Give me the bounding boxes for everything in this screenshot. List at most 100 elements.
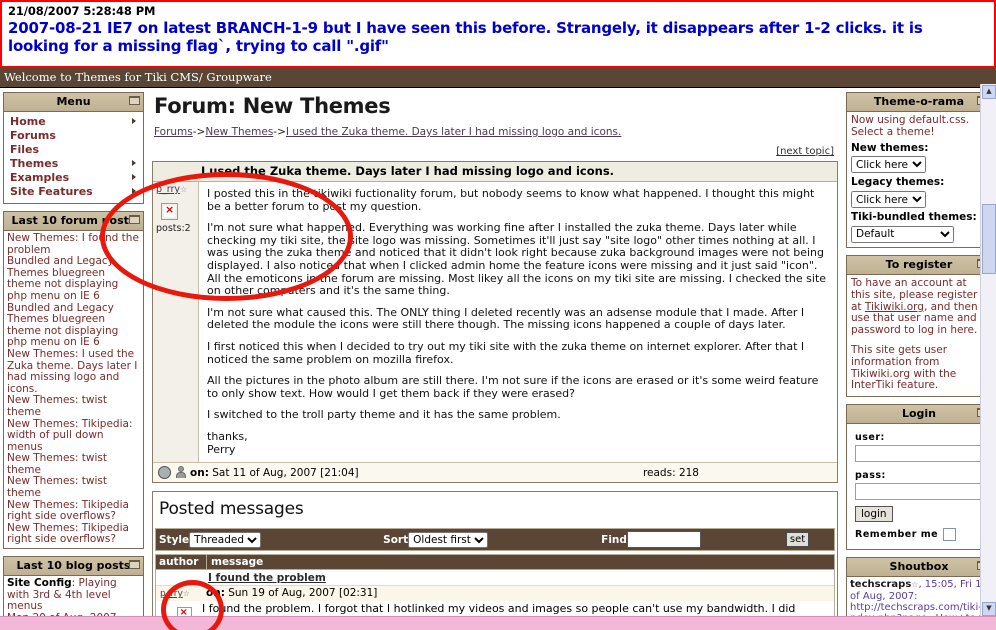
annotation-note: 2007-08-21 IE7 on latest BRANCH-1-9 but … — [8, 19, 988, 55]
breadcrumb-forums[interactable]: Forums — [154, 126, 193, 138]
module-login: Login user: pass: login Remember me — [846, 404, 992, 550]
topic-footer: on: Sat 11 of Aug, 2007 [21:04] reads: 2… — [153, 462, 837, 482]
next-topic-row: [next topic] — [152, 146, 834, 158]
minimize-icon[interactable] — [129, 560, 140, 569]
breadcrumb-section[interactable]: New Themes — [205, 126, 273, 138]
scrollbar-thumb[interactable] — [982, 204, 996, 274]
sort-select[interactable]: Oldest first — [408, 532, 488, 548]
author-link[interactable]: p_rry — [160, 589, 183, 599]
star-icon: ☆ — [183, 589, 190, 598]
menu-label: Examples — [10, 171, 69, 184]
globe-icon[interactable] — [158, 466, 171, 479]
list-item[interactable]: New Themes: I used the Zuka theme. Days … — [7, 349, 140, 395]
broken-image-icon — [161, 203, 178, 220]
list-item[interactable]: New Themes: Tikipedia right side overflo… — [7, 500, 140, 523]
messages-table-header: author message — [155, 554, 835, 570]
module-blog-posts-header: Last 10 blog posts — [4, 557, 143, 576]
module-register-header: To register — [847, 256, 991, 275]
list-item[interactable]: New Themes: Tikipedia: width of pull dow… — [7, 419, 140, 454]
new-themes-label: New themes: — [851, 143, 987, 155]
module-blog-posts-title: Last 10 blog posts — [17, 559, 131, 572]
module-menu-body: Home Forums Files Themes Examples — [4, 112, 143, 203]
main-content: Forum: New Themes Forums->New Themes->I … — [146, 88, 844, 630]
bundled-themes-label: Tiki-bundled themes: — [851, 212, 987, 224]
chevron-right-icon — [132, 174, 136, 180]
breadcrumb-topic[interactable]: I used the Zuka theme. Days later I had … — [286, 126, 621, 138]
login-button[interactable]: login — [855, 506, 893, 522]
chevron-right-icon — [132, 118, 136, 124]
user-label: user: — [855, 432, 885, 443]
reply-date-cell: on: Sun 19 of Aug, 2007 [02:31] — [206, 587, 377, 599]
page-layout: Menu Home Forums Files Themes — [0, 88, 996, 630]
list-item[interactable]: New Themes: Tikipedia right side overflo… — [7, 523, 140, 546]
sidebar-item-home[interactable]: Home — [8, 115, 139, 129]
star-icon: ☆ — [180, 185, 187, 194]
sidebar-item-examples[interactable]: Examples — [8, 171, 139, 185]
site-welcome-bar: Welcome to Themes for Tiki CMS/ Groupwar… — [0, 68, 996, 88]
site-welcome-text: Welcome to Themes for Tiki CMS/ Groupwar… — [4, 70, 272, 84]
user-icon[interactable] — [174, 466, 185, 477]
posted-on: on: Sat 11 of Aug, 2007 [21:04] — [190, 467, 359, 479]
tikiwiki-link[interactable]: Tikiwiki.org — [865, 301, 924, 313]
posted-on-label: on: — [190, 467, 209, 479]
new-themes-select[interactable]: Click here — [851, 156, 926, 173]
user-field[interactable] — [855, 445, 985, 462]
topic-heading: I used the Zuka theme. Days later I had … — [153, 162, 837, 182]
reply-date: Sun 19 of Aug, 2007 [02:31] — [228, 587, 377, 599]
menu-label: Home — [10, 115, 46, 128]
style-select[interactable]: Threaded — [189, 532, 261, 548]
find-label: Find — [601, 534, 627, 546]
list-item[interactable]: New Themes: I found the problem — [7, 233, 140, 256]
module-login-body: user: pass: login Remember me — [847, 424, 991, 549]
message-paragraph: I first noticed this when I decided to t… — [207, 341, 827, 366]
topic-box: I used the Zuka theme. Days later I had … — [152, 161, 838, 483]
next-topic-link[interactable]: [next topic] — [776, 146, 834, 157]
col-header-author: author — [156, 555, 207, 569]
module-last-forum-posts: Last 10 forum posts New Themes: I found … — [3, 211, 144, 549]
list-item[interactable]: Bundled and Legacy Themes bluegreen them… — [7, 256, 140, 302]
message-paragraph: I'm not sure what happened. Everything w… — [207, 222, 827, 298]
minimize-icon[interactable] — [129, 96, 140, 105]
style-label: Style — [159, 534, 189, 546]
sidebar-item-files[interactable]: Files — [8, 143, 139, 157]
chevron-right-icon — [132, 188, 136, 194]
posted-messages-box: Posted messages Style Threaded Sort Olde… — [152, 491, 838, 630]
list-item[interactable]: Bundled and Legacy Themes bluegreen them… — [7, 303, 140, 349]
sidebar-item-themes[interactable]: Themes — [8, 157, 139, 171]
reply-on-label: on: — [206, 587, 225, 599]
find-input[interactable] — [627, 531, 701, 548]
author-link[interactable]: p_rry — [156, 184, 180, 195]
legacy-themes-label: Legacy themes: — [851, 177, 987, 189]
topic-message-body: I posted this in the tikiwiki fuctionali… — [199, 182, 837, 462]
module-forum-posts-title: Last 10 forum posts — [12, 214, 136, 227]
list-item[interactable]: Site Config: Playing with 3rd & 4th leve… — [7, 578, 140, 613]
register-text-c: This site gets user information from Tik… — [851, 345, 987, 392]
list-item[interactable]: New Themes: twist theme — [7, 395, 140, 418]
legacy-themes-select[interactable]: Click here — [851, 191, 926, 208]
scroll-up-arrow[interactable]: ▲ — [982, 85, 996, 99]
list-item[interactable]: New Themes: twist theme — [7, 453, 140, 476]
sidebar-item-forums[interactable]: Forums — [8, 129, 139, 143]
shout-username[interactable]: techscraps — [850, 579, 911, 590]
breadcrumb: Forums->New Themes->I used the Zuka them… — [154, 126, 838, 138]
reads-count: reads: 218 — [643, 467, 829, 479]
annotation-timestamp: 21/08/2007 5:28:48 PM — [8, 4, 988, 18]
posted-messages-title: Posted messages — [153, 492, 837, 528]
module-theme-title: Theme-o-rama — [874, 95, 964, 108]
col-header-message: message — [207, 555, 267, 569]
reply-title[interactable]: I found the problem — [156, 570, 834, 585]
minimize-icon[interactable] — [129, 215, 140, 224]
remember-me-checkbox[interactable] — [943, 528, 956, 541]
bundled-themes-select[interactable]: Default — [851, 226, 954, 243]
sidebar-item-site-features[interactable]: Site Features — [8, 185, 139, 199]
module-register-body: To have an account at this site, please … — [847, 275, 991, 396]
message-paragraph: All the pictures in the photo album are … — [207, 375, 827, 400]
page-title: Forum: New Themes — [154, 94, 838, 118]
set-button[interactable]: set — [786, 532, 809, 547]
vertical-scrollbar[interactable]: ▲ ▼ — [980, 84, 996, 630]
topic-inner: p_rry☆ posts:2 I posted this in the tiki… — [153, 182, 837, 462]
chevron-right-icon — [132, 160, 136, 166]
list-item[interactable]: New Themes: twist theme — [7, 476, 140, 499]
scroll-down-arrow[interactable]: ▼ — [982, 602, 996, 616]
password-field[interactable] — [855, 483, 985, 500]
